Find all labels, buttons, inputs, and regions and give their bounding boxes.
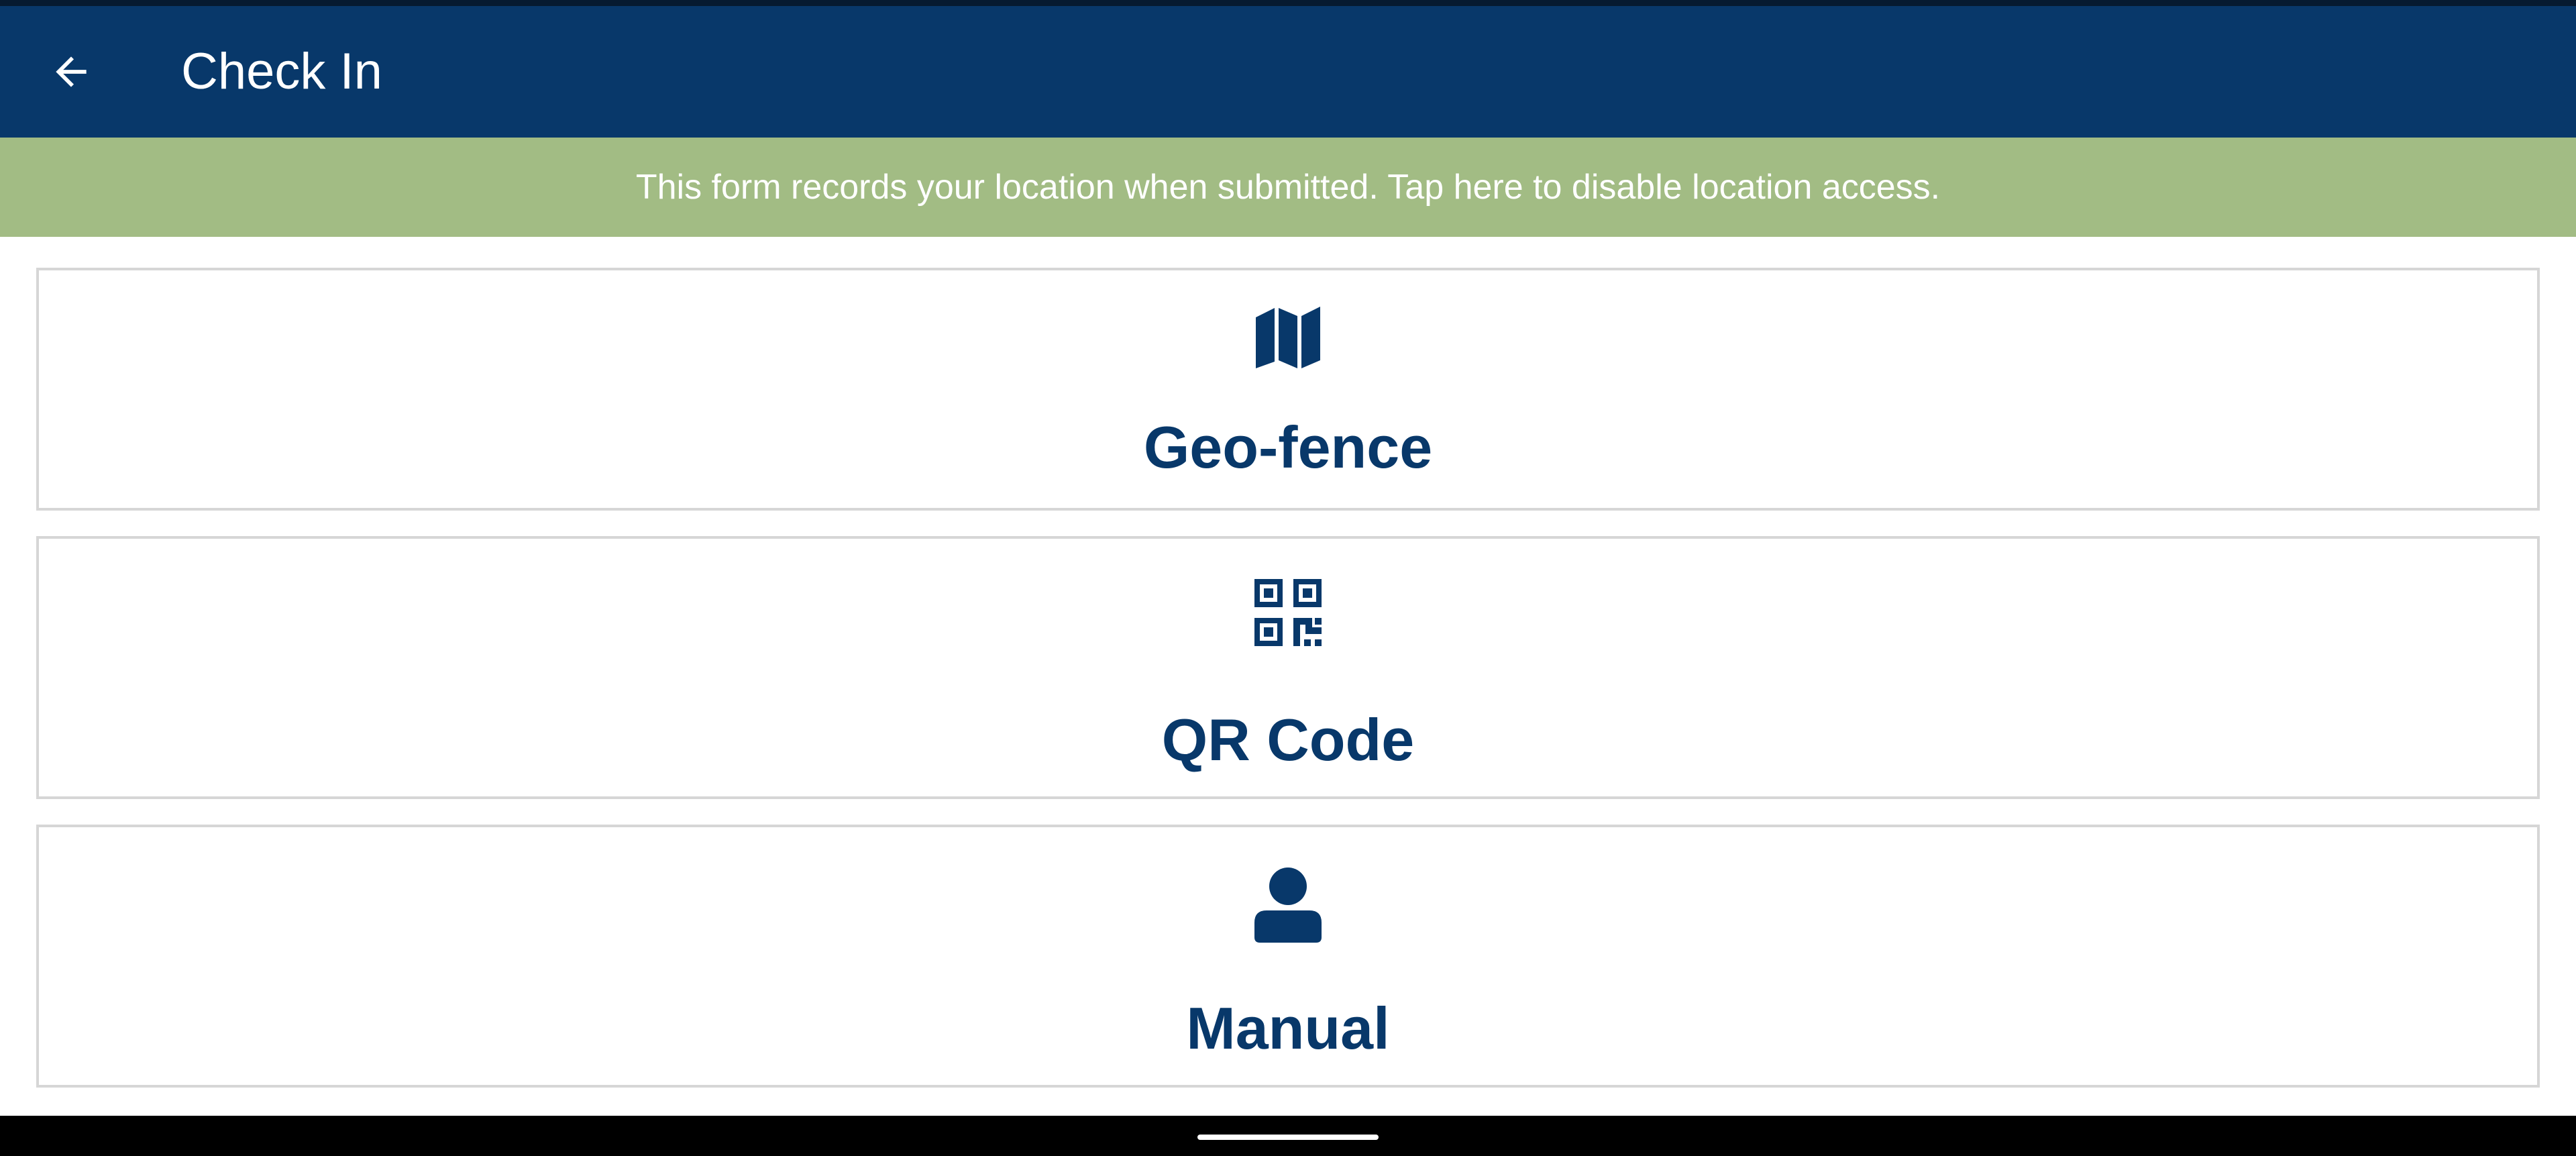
page-title: Check In bbox=[181, 43, 382, 100]
qr-code-option[interactable]: QR Code bbox=[36, 536, 2540, 799]
geofence-label: Geo-fence bbox=[1143, 414, 1433, 480]
location-notice-text: This form records your location when sub… bbox=[635, 168, 1941, 207]
arrow-left-icon bbox=[56, 56, 87, 87]
manual-option[interactable]: Manual bbox=[36, 825, 2540, 1088]
status-bar bbox=[0, 0, 2576, 6]
user-icon bbox=[1254, 868, 1322, 943]
home-indicator[interactable] bbox=[1197, 1135, 1379, 1140]
geofence-option[interactable]: Geo-fence bbox=[36, 268, 2540, 511]
app-bar: Check In bbox=[0, 6, 2576, 138]
map-icon bbox=[1254, 304, 1322, 371]
location-notice-banner[interactable]: This form records your location when sub… bbox=[0, 138, 2576, 237]
qr-code-icon bbox=[1254, 579, 1322, 646]
back-button[interactable] bbox=[38, 38, 105, 105]
system-navigation-bar bbox=[0, 1116, 2576, 1156]
qr-code-label: QR Code bbox=[1161, 706, 1415, 773]
manual-label: Manual bbox=[1186, 995, 1390, 1061]
